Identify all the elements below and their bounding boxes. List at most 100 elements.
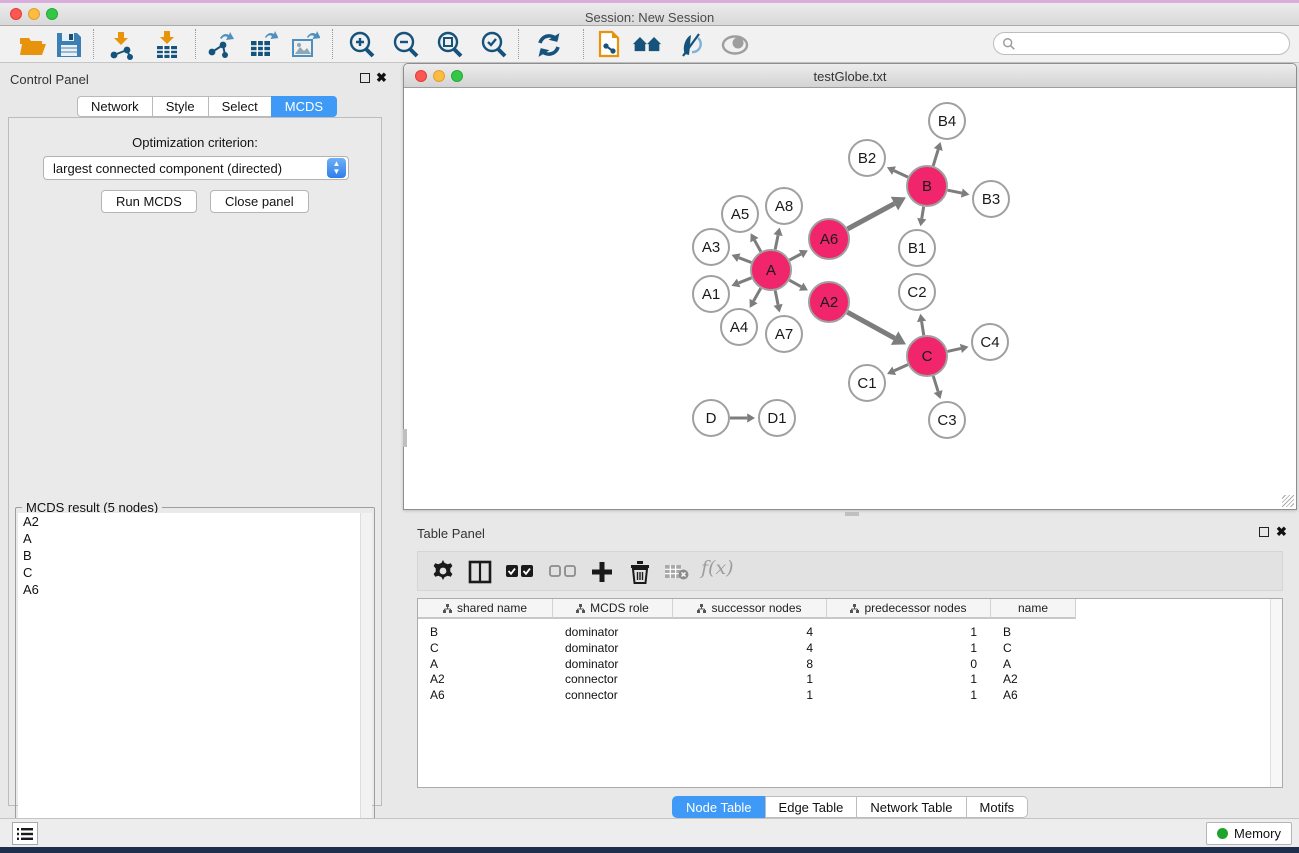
column-header-MCDS-role[interactable]: MCDS role <box>553 599 673 619</box>
toggle-graphics-details-icon[interactable] <box>676 30 706 60</box>
table-cell[interactable]: 8 <box>673 656 813 672</box>
tab-node-table[interactable]: Node Table <box>672 796 765 818</box>
search-input[interactable] <box>1016 36 1289 51</box>
table-cell[interactable]: A2 <box>430 671 553 687</box>
edge-A-A7[interactable] <box>775 291 778 305</box>
edge-B-B2[interactable] <box>894 171 908 178</box>
columns-icon[interactable] <box>468 560 492 584</box>
edge-B-B4[interactable] <box>933 149 938 165</box>
memory-button[interactable]: Memory <box>1206 822 1292 845</box>
table-scrollbar[interactable] <box>1270 599 1282 787</box>
close-panel-icon[interactable]: ✖ <box>376 73 387 83</box>
task-history-button[interactable] <box>12 822 38 845</box>
save-icon[interactable] <box>54 30 84 60</box>
result-list-item[interactable]: A <box>18 530 372 547</box>
table-cell[interactable]: A6 <box>1003 687 1076 703</box>
table-cell[interactable]: connector <box>565 671 673 687</box>
criterion-dropdown[interactable]: largest connected component (directed) ▲… <box>43 156 349 180</box>
result-list-item[interactable]: A2 <box>18 513 372 530</box>
edge-A2-C[interactable] <box>847 312 894 338</box>
table-cell[interactable]: C <box>1003 640 1076 656</box>
open-folder-icon[interactable] <box>18 30 48 60</box>
result-list-item[interactable]: C <box>18 564 372 581</box>
export-image-icon[interactable] <box>290 30 320 60</box>
clone-session-icon[interactable] <box>596 30 626 60</box>
delete-table-icon[interactable] <box>665 564 689 580</box>
network-graph[interactable]: B4B2BB3A5A8A6A3B1AC2A1A2A4A7C4CC1DD1C3 <box>404 89 1296 509</box>
network-canvas[interactable]: B4B2BB3A5A8A6A3B1AC2A1A2A4A7C4CC1DD1C3 <box>404 89 1296 509</box>
search-box[interactable] <box>993 32 1290 55</box>
table-cell[interactable]: connector <box>565 687 673 703</box>
zoom-selected-icon[interactable] <box>479 30 509 60</box>
edge-A-A3[interactable] <box>739 258 752 263</box>
table-cell[interactable]: 4 <box>673 640 813 656</box>
result-list-scrollbar[interactable] <box>360 513 372 845</box>
table-cell[interactable]: 0 <box>827 656 977 672</box>
table-cell[interactable]: A <box>1003 656 1076 672</box>
add-column-icon[interactable] <box>590 560 614 584</box>
delete-column-icon[interactable] <box>629 560 651 584</box>
table-cell[interactable]: A2 <box>1003 671 1076 687</box>
export-table-icon[interactable] <box>248 30 278 60</box>
export-network-icon[interactable] <box>206 30 236 60</box>
table-cell[interactable]: 1 <box>827 687 977 703</box>
tab-style[interactable]: Style <box>152 96 208 117</box>
table-cell[interactable]: 1 <box>827 640 977 656</box>
result-list-item[interactable]: A6 <box>18 581 372 598</box>
edge-A-A8[interactable] <box>775 235 778 249</box>
table-cell[interactable]: B <box>1003 624 1076 640</box>
result-list-item[interactable]: B <box>18 547 372 564</box>
table-cell[interactable]: B <box>430 624 553 640</box>
column-header-name[interactable]: name <box>991 599 1076 619</box>
edge-C-C1[interactable] <box>894 365 908 371</box>
run-mcds-button[interactable]: Run MCDS <box>101 190 197 213</box>
show-hide-icon[interactable] <box>720 30 750 60</box>
import-table-icon[interactable] <box>152 30 182 60</box>
deselect-all-icon[interactable] <box>549 565 577 578</box>
table-cell[interactable]: A6 <box>430 687 553 703</box>
edge-C-C2[interactable] <box>922 321 924 335</box>
network-window-titlebar[interactable]: testGlobe.txt <box>404 64 1296 88</box>
main-titlebar[interactable]: Session: New Session <box>0 3 1299 26</box>
table-cell[interactable]: dominator <box>565 640 673 656</box>
table-cell[interactable]: A <box>430 656 553 672</box>
tab-edge-table[interactable]: Edge Table <box>765 796 857 818</box>
table-cell[interactable]: 4 <box>673 624 813 640</box>
home-icon[interactable] <box>632 30 662 60</box>
table-cell[interactable]: 1 <box>827 624 977 640</box>
table-cell[interactable]: dominator <box>565 656 673 672</box>
import-network-icon[interactable] <box>106 30 136 60</box>
column-header-successor-nodes[interactable]: successor nodes <box>673 599 827 619</box>
edge-B-B1[interactable] <box>922 207 924 219</box>
select-all-icon[interactable] <box>506 565 534 578</box>
mcds-result-list[interactable]: A2ABCA6 <box>18 513 372 845</box>
tab-motifs[interactable]: Motifs <box>966 796 1029 818</box>
tab-select[interactable]: Select <box>208 96 271 117</box>
edge-A-A2[interactable] <box>789 280 801 286</box>
table-cell[interactable]: 1 <box>673 671 813 687</box>
zoom-fit-icon[interactable] <box>435 30 465 60</box>
node-table[interactable]: shared nameMCDS rolesuccessor nodesprede… <box>417 598 1283 788</box>
gear-icon[interactable] <box>432 560 454 582</box>
resize-gripper-icon[interactable] <box>1282 495 1294 507</box>
refresh-icon[interactable] <box>534 30 564 60</box>
edge-C-C3[interactable] <box>933 376 938 392</box>
column-header-shared-name[interactable]: shared name <box>418 599 553 619</box>
table-cell[interactable]: dominator <box>565 624 673 640</box>
edge-A-A6[interactable] <box>790 254 801 260</box>
edge-B-B3[interactable] <box>948 190 962 193</box>
table-cell[interactable]: 1 <box>673 687 813 703</box>
column-header-predecessor-nodes[interactable]: predecessor nodes <box>827 599 991 619</box>
function-builder-icon[interactable]: f(x) <box>701 557 734 579</box>
edge-A-A5[interactable] <box>754 240 760 252</box>
float-panel-icon[interactable] <box>360 73 370 83</box>
edge-A6-B[interactable] <box>847 204 894 229</box>
zoom-out-icon[interactable] <box>391 30 421 60</box>
tab-network-table[interactable]: Network Table <box>856 796 965 818</box>
float-table-panel-icon[interactable] <box>1259 527 1269 537</box>
table-cell[interactable]: 1 <box>827 671 977 687</box>
canvas-vscroll-thumb[interactable] <box>403 429 407 447</box>
close-panel-button[interactable]: Close panel <box>210 190 309 213</box>
tab-mcds[interactable]: MCDS <box>271 96 337 117</box>
network-view-window[interactable]: testGlobe.txt B4B2BB3A5A8A6A3B1AC2A1A2A4… <box>403 63 1297 510</box>
